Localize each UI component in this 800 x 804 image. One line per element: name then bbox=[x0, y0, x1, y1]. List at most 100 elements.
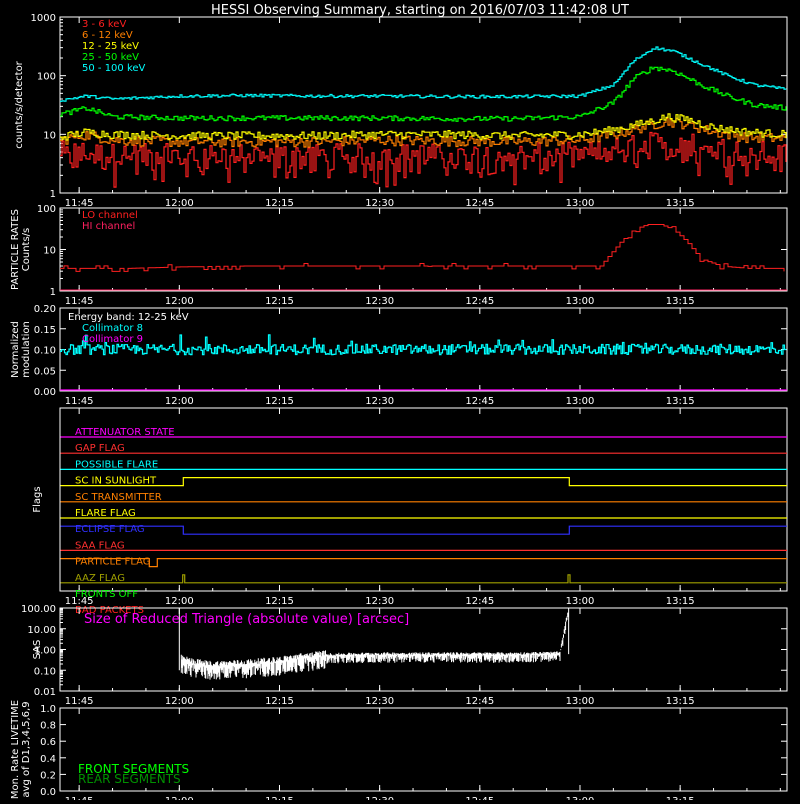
time-tick-label: 13:00 bbox=[566, 198, 595, 209]
legend-entry: 3 - 6 keV bbox=[82, 19, 126, 30]
y-tick-label: 100 bbox=[37, 72, 56, 83]
flag-label: PARTICLE FLAG bbox=[75, 557, 151, 568]
time-tick-label: 12:15 bbox=[265, 696, 294, 707]
y-axis-label: SAS bbox=[32, 640, 43, 660]
flag-label: GAP FLAG bbox=[75, 443, 125, 454]
legend-entry: 50 - 100 keV bbox=[82, 63, 146, 74]
time-tick-label: 13:15 bbox=[666, 296, 695, 307]
time-tick-label: 13:00 bbox=[566, 396, 595, 407]
time-tick-label: 12:00 bbox=[165, 198, 194, 209]
y-tick-label: 0.10 bbox=[34, 666, 56, 677]
time-tick-label: 11:45 bbox=[65, 198, 94, 209]
time-tick-label: 12:15 bbox=[265, 796, 294, 800]
y-axis-label-line: avg of D1,3,4,5,6,9 bbox=[21, 701, 32, 797]
summary-plot-canvas: HESSI Observing Summary, starting on 201… bbox=[10, 3, 788, 804]
legend-entry: Collimator 8 bbox=[82, 323, 143, 334]
panel-data-flags bbox=[60, 436, 787, 584]
time-tick-label: 13:00 bbox=[566, 596, 595, 607]
flag-label: SAA FLAG bbox=[75, 540, 125, 551]
panel-annotation: Energy band: 12-25 keV bbox=[68, 312, 189, 323]
time-tick-label: 12:45 bbox=[465, 796, 494, 800]
flag-label: FRONTS OFF bbox=[75, 589, 138, 600]
time-tick-label: 13:00 bbox=[566, 296, 595, 307]
panel-data-count-rates bbox=[60, 46, 787, 188]
y-tick-label: 0.2 bbox=[40, 770, 56, 781]
flag-label: SC TRANSMITTER bbox=[75, 492, 162, 503]
time-tick-label: 12:30 bbox=[365, 796, 394, 800]
flag-line bbox=[60, 525, 787, 535]
y-tick-label: 1.0 bbox=[40, 704, 56, 715]
panel-particle-rates: 11:45 12:00 12:15 12:30 12:45 13:00 13:15 1 10 10… bbox=[10, 204, 788, 307]
y-tick-label: 0.8 bbox=[40, 721, 56, 732]
time-tick-label: 13:15 bbox=[666, 396, 695, 407]
time-tick-label: 13:15 bbox=[666, 596, 695, 607]
flag-line bbox=[60, 558, 787, 568]
panel-data-particle-rates bbox=[60, 224, 787, 291]
flag-label: ATTENUATOR STATE bbox=[75, 427, 175, 438]
time-tick-label: 12:00 bbox=[165, 296, 194, 307]
time-tick-label: 13:15 bbox=[666, 696, 695, 707]
panel-modulation: 11:45 12:00 12:15 12:30 12:45 13:00 13:15 0.00 0… bbox=[10, 304, 788, 407]
y-tick-label: 10.00 bbox=[27, 625, 56, 636]
panel-frame bbox=[59, 207, 788, 292]
y-tick-label: 0.10 bbox=[34, 346, 56, 357]
time-tick-label: 12:45 bbox=[465, 396, 494, 407]
legend-entry: REAR SEGMENTS bbox=[78, 772, 181, 786]
time-tick-label: 11:45 bbox=[65, 396, 94, 407]
y-axis-label: PARTICLE RATESCounts/s bbox=[10, 209, 32, 290]
time-tick-label: 12:00 bbox=[165, 796, 194, 800]
y-tick-label: 0.0 bbox=[40, 787, 56, 798]
y-axis-label: Mon. Rate LIVETIMEavg of D1,3,4,5,6,9 bbox=[10, 700, 32, 799]
flag-label: SC IN SUNLIGHT bbox=[75, 476, 157, 487]
time-tick-label: 13:15 bbox=[666, 796, 695, 800]
time-tick-label: 13:15 bbox=[666, 198, 695, 209]
y-axis-label: Normalizedmodulation bbox=[10, 321, 32, 378]
y-axis-label-line: Counts/s bbox=[21, 228, 32, 272]
legend-entry: 12 - 25 keV bbox=[82, 41, 139, 52]
time-tick-label: 12:45 bbox=[465, 696, 494, 707]
series-line bbox=[60, 131, 787, 188]
observing-summary-figure: HESSI Observing Summary, starting on 201… bbox=[0, 0, 800, 804]
flag-label: AAZ FLAG bbox=[75, 573, 125, 584]
series-line bbox=[60, 66, 787, 122]
panel-livetime: 11:45 12:00 12:15 12:30 12:45 13:00 13:15 0.0 0.… bbox=[10, 700, 788, 804]
time-tick-label: 11:45 bbox=[65, 796, 94, 800]
y-tick-label: 0.05 bbox=[34, 366, 56, 377]
time-tick-label: 12:15 bbox=[265, 198, 294, 209]
y-axis-label: Flags bbox=[32, 486, 43, 512]
series-line bbox=[60, 334, 787, 356]
flag-label: FLARE FLAG bbox=[75, 508, 136, 519]
y-tick-label: 10 bbox=[43, 130, 56, 141]
panel-sas: 11:45 12:00 12:15 12:30 12:45 13:00 13:15 0.01 0… bbox=[21, 604, 788, 707]
time-tick-label: 12:45 bbox=[465, 198, 494, 209]
y-tick-label: 0.15 bbox=[34, 325, 56, 336]
time-tick-label: 13:00 bbox=[566, 796, 595, 800]
panel-data-modulation bbox=[60, 334, 787, 391]
time-tick-label: 12:45 bbox=[465, 296, 494, 307]
time-tick-label: 12:30 bbox=[365, 198, 394, 209]
y-tick-label: 1 bbox=[50, 287, 56, 298]
time-tick-label: 12:15 bbox=[265, 596, 294, 607]
time-tick-label: 12:30 bbox=[365, 396, 394, 407]
time-tick-label: 11:45 bbox=[65, 696, 94, 707]
time-tick-label: 12:00 bbox=[165, 396, 194, 407]
y-tick-label: 100 bbox=[37, 204, 56, 215]
y-axis-label-line: Normalized bbox=[10, 321, 21, 378]
y-axis-label-line: PARTICLE RATES bbox=[10, 209, 21, 290]
panel-frame bbox=[59, 16, 788, 194]
time-tick-label: 12:30 bbox=[365, 696, 394, 707]
time-tick-label: 12:15 bbox=[265, 396, 294, 407]
panel-count-rates: 11:45 12:00 12:15 12:30 12:45 13:00 13:15 1 10 10… bbox=[14, 13, 788, 209]
legend-entry: LO channel bbox=[82, 210, 138, 221]
time-tick-label: 12:00 bbox=[165, 696, 194, 707]
y-tick-label: 1 bbox=[50, 189, 56, 200]
y-tick-label: 10 bbox=[43, 246, 56, 257]
time-tick-label: 13:00 bbox=[566, 696, 595, 707]
flag-line bbox=[60, 574, 787, 584]
time-tick-label: 12:00 bbox=[165, 596, 194, 607]
y-tick-label: 0.4 bbox=[40, 754, 56, 765]
panel-flags: 11:45 12:00 12:15 12:30 12:45 13:00 13:15Flags… bbox=[32, 407, 788, 616]
series-line bbox=[60, 117, 787, 148]
y-tick-label: 0.6 bbox=[40, 737, 56, 748]
y-tick-label: 0.00 bbox=[34, 387, 56, 398]
